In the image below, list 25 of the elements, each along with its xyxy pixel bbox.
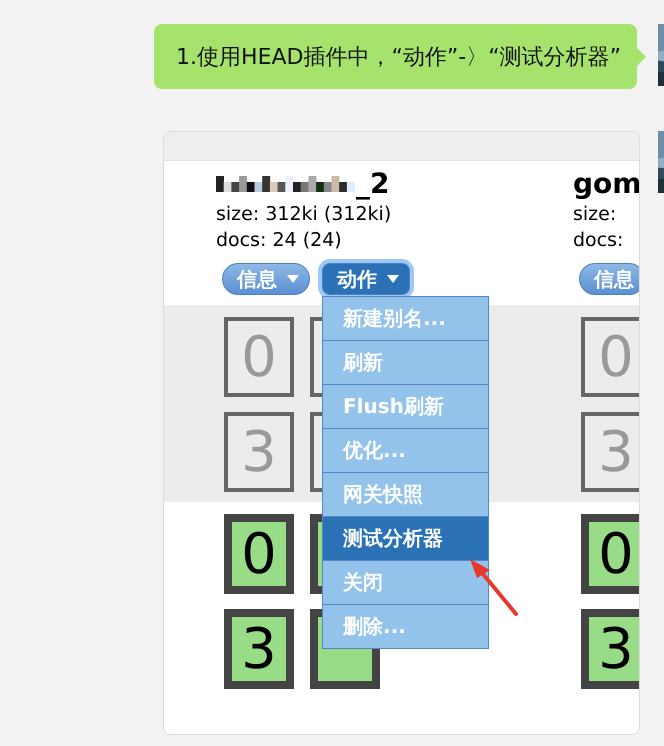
dropdown-button[interactable]: 信息 [222, 263, 310, 295]
menu-item[interactable]: 网关快照 [323, 473, 488, 516]
menu-item[interactable]: Flush刷新 [323, 385, 488, 428]
shard-tile[interactable]: 0 [224, 514, 294, 594]
menu-item[interactable]: 测试分析器 [323, 517, 488, 560]
shard-tile[interactable]: 0 [581, 317, 639, 397]
menu-item[interactable]: 关闭 [323, 561, 488, 604]
shard-tile[interactable]: 0 [581, 514, 639, 594]
shard-tile[interactable]: 3 [224, 609, 294, 689]
shard-tile[interactable]: 3 [581, 412, 639, 492]
index-size: size: [573, 202, 618, 227]
menu-item[interactable]: 新建别名... [323, 297, 488, 340]
message-text: 1.使用HEAD插件中，“动作”-〉“测试分析器” [176, 44, 621, 72]
menu-item[interactable]: 删除... [323, 605, 488, 648]
index-name: gom [573, 167, 639, 201]
shard-tile[interactable]: 3 [224, 412, 294, 492]
index-size: size: 312ki (312ki) [216, 202, 392, 227]
menu-item[interactable]: 优化... [323, 429, 488, 472]
shard-tile[interactable]: 3 [581, 609, 639, 689]
index-docs: docs: 24 (24) [216, 228, 343, 253]
index-docs: docs: [573, 228, 624, 253]
shard-tile[interactable]: 0 [224, 317, 294, 397]
menu-item[interactable]: 刷新 [323, 341, 488, 384]
index-name: _2 [356, 167, 390, 201]
dropdown-button[interactable]: 信息 [579, 263, 639, 295]
